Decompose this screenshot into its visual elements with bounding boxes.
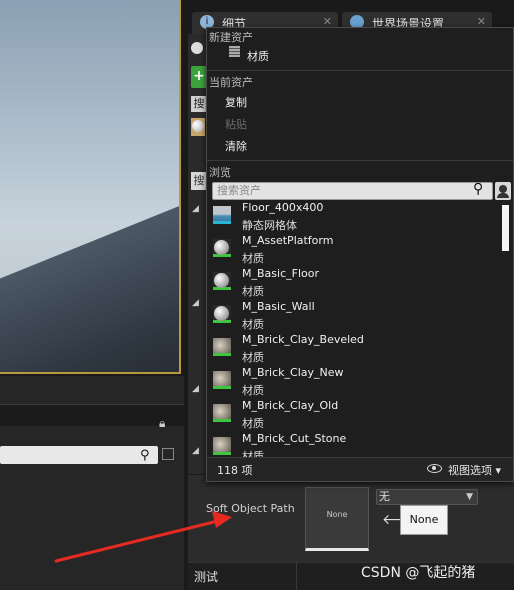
asset-type: 材质 — [242, 318, 264, 331]
view-options-button[interactable]: 视图选项 ▾ — [448, 462, 501, 478]
material-icon — [229, 46, 240, 57]
asset-list[interactable]: Floor_400x400 静态网格体 M_AssetPlatform 材质 M_Bas… — [207, 201, 499, 457]
asset-combo-box[interactable]: 无 ▼ — [376, 489, 478, 505]
property-row: Soft Object Path None 无 ▼ 🡐 None — [188, 474, 514, 562]
combo-value: 无 — [379, 490, 390, 503]
view-options-label: 视图选项 — [448, 464, 492, 477]
asset-name: Floor_400x400 — [242, 201, 324, 214]
asset-name: M_Brick_Cut_Stone — [242, 432, 347, 445]
asset-list-item[interactable]: M_Basic_Wall 材质 — [207, 300, 499, 333]
asset-type-color-bar — [213, 221, 231, 224]
asset-list-item[interactable]: M_Brick_Cut_Stone 材质 — [207, 432, 499, 457]
asset-type-color-bar — [213, 254, 231, 257]
add-component-button[interactable]: + — [191, 66, 207, 88]
expand-arrow-icon[interactable]: ◢ — [192, 298, 199, 308]
expand-arrow-icon[interactable]: ◢ — [192, 384, 199, 394]
asset-list-item[interactable]: M_Brick_Clay_Old 材质 — [207, 399, 499, 432]
divider — [296, 562, 297, 590]
asset-list-item[interactable]: Floor_400x400 静态网格体 — [207, 201, 499, 234]
asset-type-color-bar — [213, 287, 231, 290]
popup-footer: 118 项 视图选项 ▾ — [207, 457, 513, 481]
asset-type: 材质 — [242, 285, 264, 298]
asset-thumbnail-icon — [213, 239, 231, 257]
thumbnail-label: None — [326, 510, 348, 519]
asset-name: M_Brick_Clay_New — [242, 366, 344, 379]
asset-name: M_Brick_Clay_Beveled — [242, 333, 364, 346]
scrollbar[interactable] — [499, 201, 511, 457]
asset-type: 材质 — [242, 384, 264, 397]
item-count: 118 项 — [217, 464, 253, 477]
asset-list-item[interactable]: M_Basic_Floor 材质 — [207, 267, 499, 300]
watermark: CSDN @飞起的猪 — [361, 565, 476, 581]
expand-arrow-icon[interactable]: ◢ — [192, 204, 199, 214]
divider — [207, 70, 513, 71]
section-current-asset: 当前资产 — [209, 76, 253, 89]
asset-thumbnail[interactable]: None — [305, 487, 369, 551]
search-details-input[interactable]: 搜 — [191, 172, 207, 190]
asset-name: M_Brick_Clay_Old — [242, 399, 339, 412]
menu-item-clear[interactable]: 清除 — [225, 138, 247, 154]
user-filter-icon[interactable] — [495, 182, 511, 200]
menu-item-new-material[interactable]: 材质 — [247, 48, 269, 64]
none-button[interactable]: None — [400, 505, 448, 535]
chevron-down-icon: ▼ — [466, 492, 473, 502]
asset-type: 材质 — [242, 351, 264, 364]
save-icon[interactable] — [162, 448, 174, 460]
asset-thumbnail-icon — [213, 206, 231, 224]
expand-arrow-icon[interactable]: ◢ — [192, 446, 199, 456]
lower-left-search-input[interactable] — [0, 446, 158, 464]
component-sphere-icon[interactable] — [191, 118, 205, 136]
asset-thumbnail-icon — [213, 272, 231, 290]
asset-type: 材质 — [242, 417, 264, 430]
divider — [207, 160, 513, 161]
asset-type-color-bar — [213, 353, 231, 356]
level-viewport[interactable] — [0, 0, 181, 374]
menu-item-copy[interactable]: 复制 — [225, 94, 247, 110]
search-icon[interactable]: ⚲ — [140, 448, 150, 463]
asset-type: 静态网格体 — [242, 219, 297, 232]
asset-search-input[interactable]: 搜索资产 — [212, 182, 493, 200]
radio-icon[interactable] — [191, 42, 203, 54]
scrollbar-thumb[interactable] — [502, 205, 509, 251]
asset-type-color-bar — [213, 419, 231, 422]
section-test-label: 测试 — [194, 570, 219, 584]
asset-thumbnail-icon — [213, 305, 231, 323]
asset-thumbnail-icon — [213, 437, 231, 455]
property-label: Soft Object Path — [206, 502, 295, 515]
asset-type: 材质 — [242, 252, 264, 265]
chevron-down-icon: ▾ — [492, 464, 502, 477]
asset-name: M_AssetPlatform — [242, 234, 334, 247]
lower-left-toolbar — [0, 404, 184, 426]
asset-list-item[interactable]: M_AssetPlatform 材质 — [207, 234, 499, 267]
section-new-asset: 新建资产 — [209, 31, 253, 44]
asset-type-color-bar — [213, 452, 231, 455]
menu-item-paste[interactable]: 粘贴 — [225, 116, 247, 132]
asset-name: M_Basic_Wall — [242, 300, 315, 313]
lower-left-panel: 🔒︎ ⚲ — [0, 376, 184, 590]
eye-icon[interactable] — [427, 464, 442, 473]
search-icon[interactable]: ⚲ — [473, 181, 483, 197]
asset-list-item[interactable]: M_Brick_Clay_New 材质 — [207, 366, 499, 399]
asset-list-item[interactable]: M_Brick_Clay_Beveled 材质 — [207, 333, 499, 366]
asset-picker-popup: 新建资产 材质 当前资产 复制 粘贴 清除 浏览 搜索资产 ⚲ Floor_40… — [206, 27, 514, 482]
asset-thumbnail-icon — [213, 404, 231, 422]
asset-thumbnail-icon — [213, 338, 231, 356]
asset-type: 材质 — [242, 450, 264, 457]
lock-icon[interactable]: 🔒︎ — [159, 416, 165, 431]
asset-name: M_Basic_Floor — [242, 267, 319, 280]
asset-thumbnail-icon — [213, 371, 231, 389]
viewport-floor — [0, 165, 179, 372]
asset-type-color-bar — [213, 320, 231, 323]
section-browse: 浏览 — [209, 166, 231, 179]
asset-type-color-bar — [213, 386, 231, 389]
search-components-input[interactable]: 搜 — [191, 96, 207, 112]
